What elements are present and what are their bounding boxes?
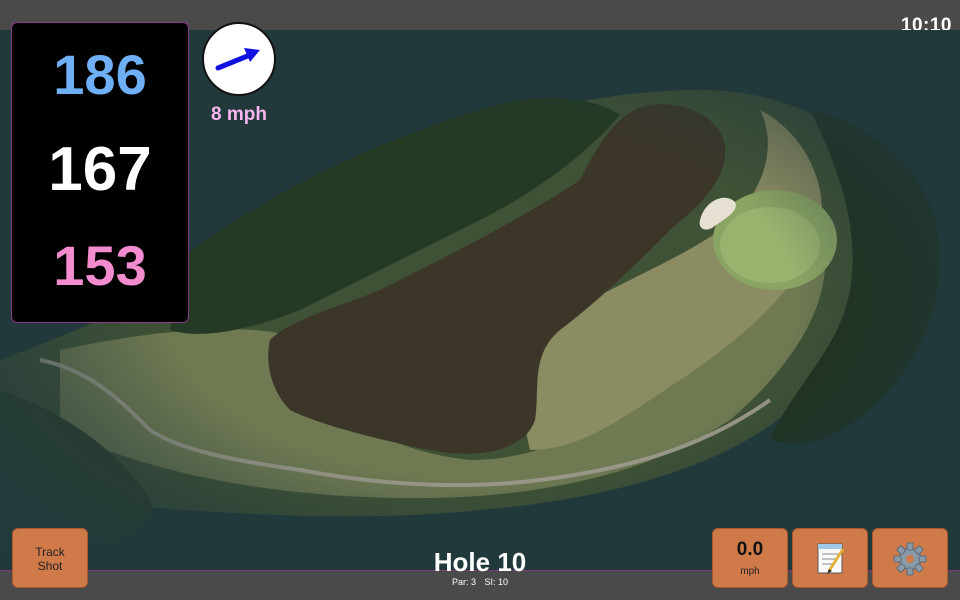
hole-info: Par: 3 SI: 10	[380, 577, 580, 587]
wind-speed: 8 mph	[211, 104, 267, 125]
middle-distance: 167	[48, 135, 152, 204]
speed-unit: mph	[740, 566, 760, 577]
golf-gps-screen: 10:10 186 167 153 8 mph Track Shot Hole …	[0, 0, 960, 600]
settings-button[interactable]	[872, 528, 948, 588]
track-shot-label-line1: Track	[35, 545, 65, 559]
arrow-right-up-icon	[215, 48, 260, 71]
gear-icon	[893, 542, 927, 576]
wind-direction-dial	[202, 22, 276, 96]
distance-panel: 186 167 153	[11, 22, 189, 323]
hole-par: Par: 3	[451, 577, 476, 587]
hole-stroke-index: SI: 10	[484, 577, 509, 587]
notepad-icon	[817, 543, 845, 574]
back-distance: 186	[53, 43, 147, 106]
track-shot-label-line2: Shot	[37, 559, 63, 573]
notes-button[interactable]	[792, 528, 868, 588]
speed-button[interactable]: 0.0 mph	[712, 528, 788, 588]
speed-value: 0.0	[736, 539, 764, 560]
hole-title: Hole 10	[433, 547, 527, 577]
track-shot-button[interactable]: Track Shot	[12, 528, 88, 588]
front-distance: 153	[53, 234, 147, 297]
